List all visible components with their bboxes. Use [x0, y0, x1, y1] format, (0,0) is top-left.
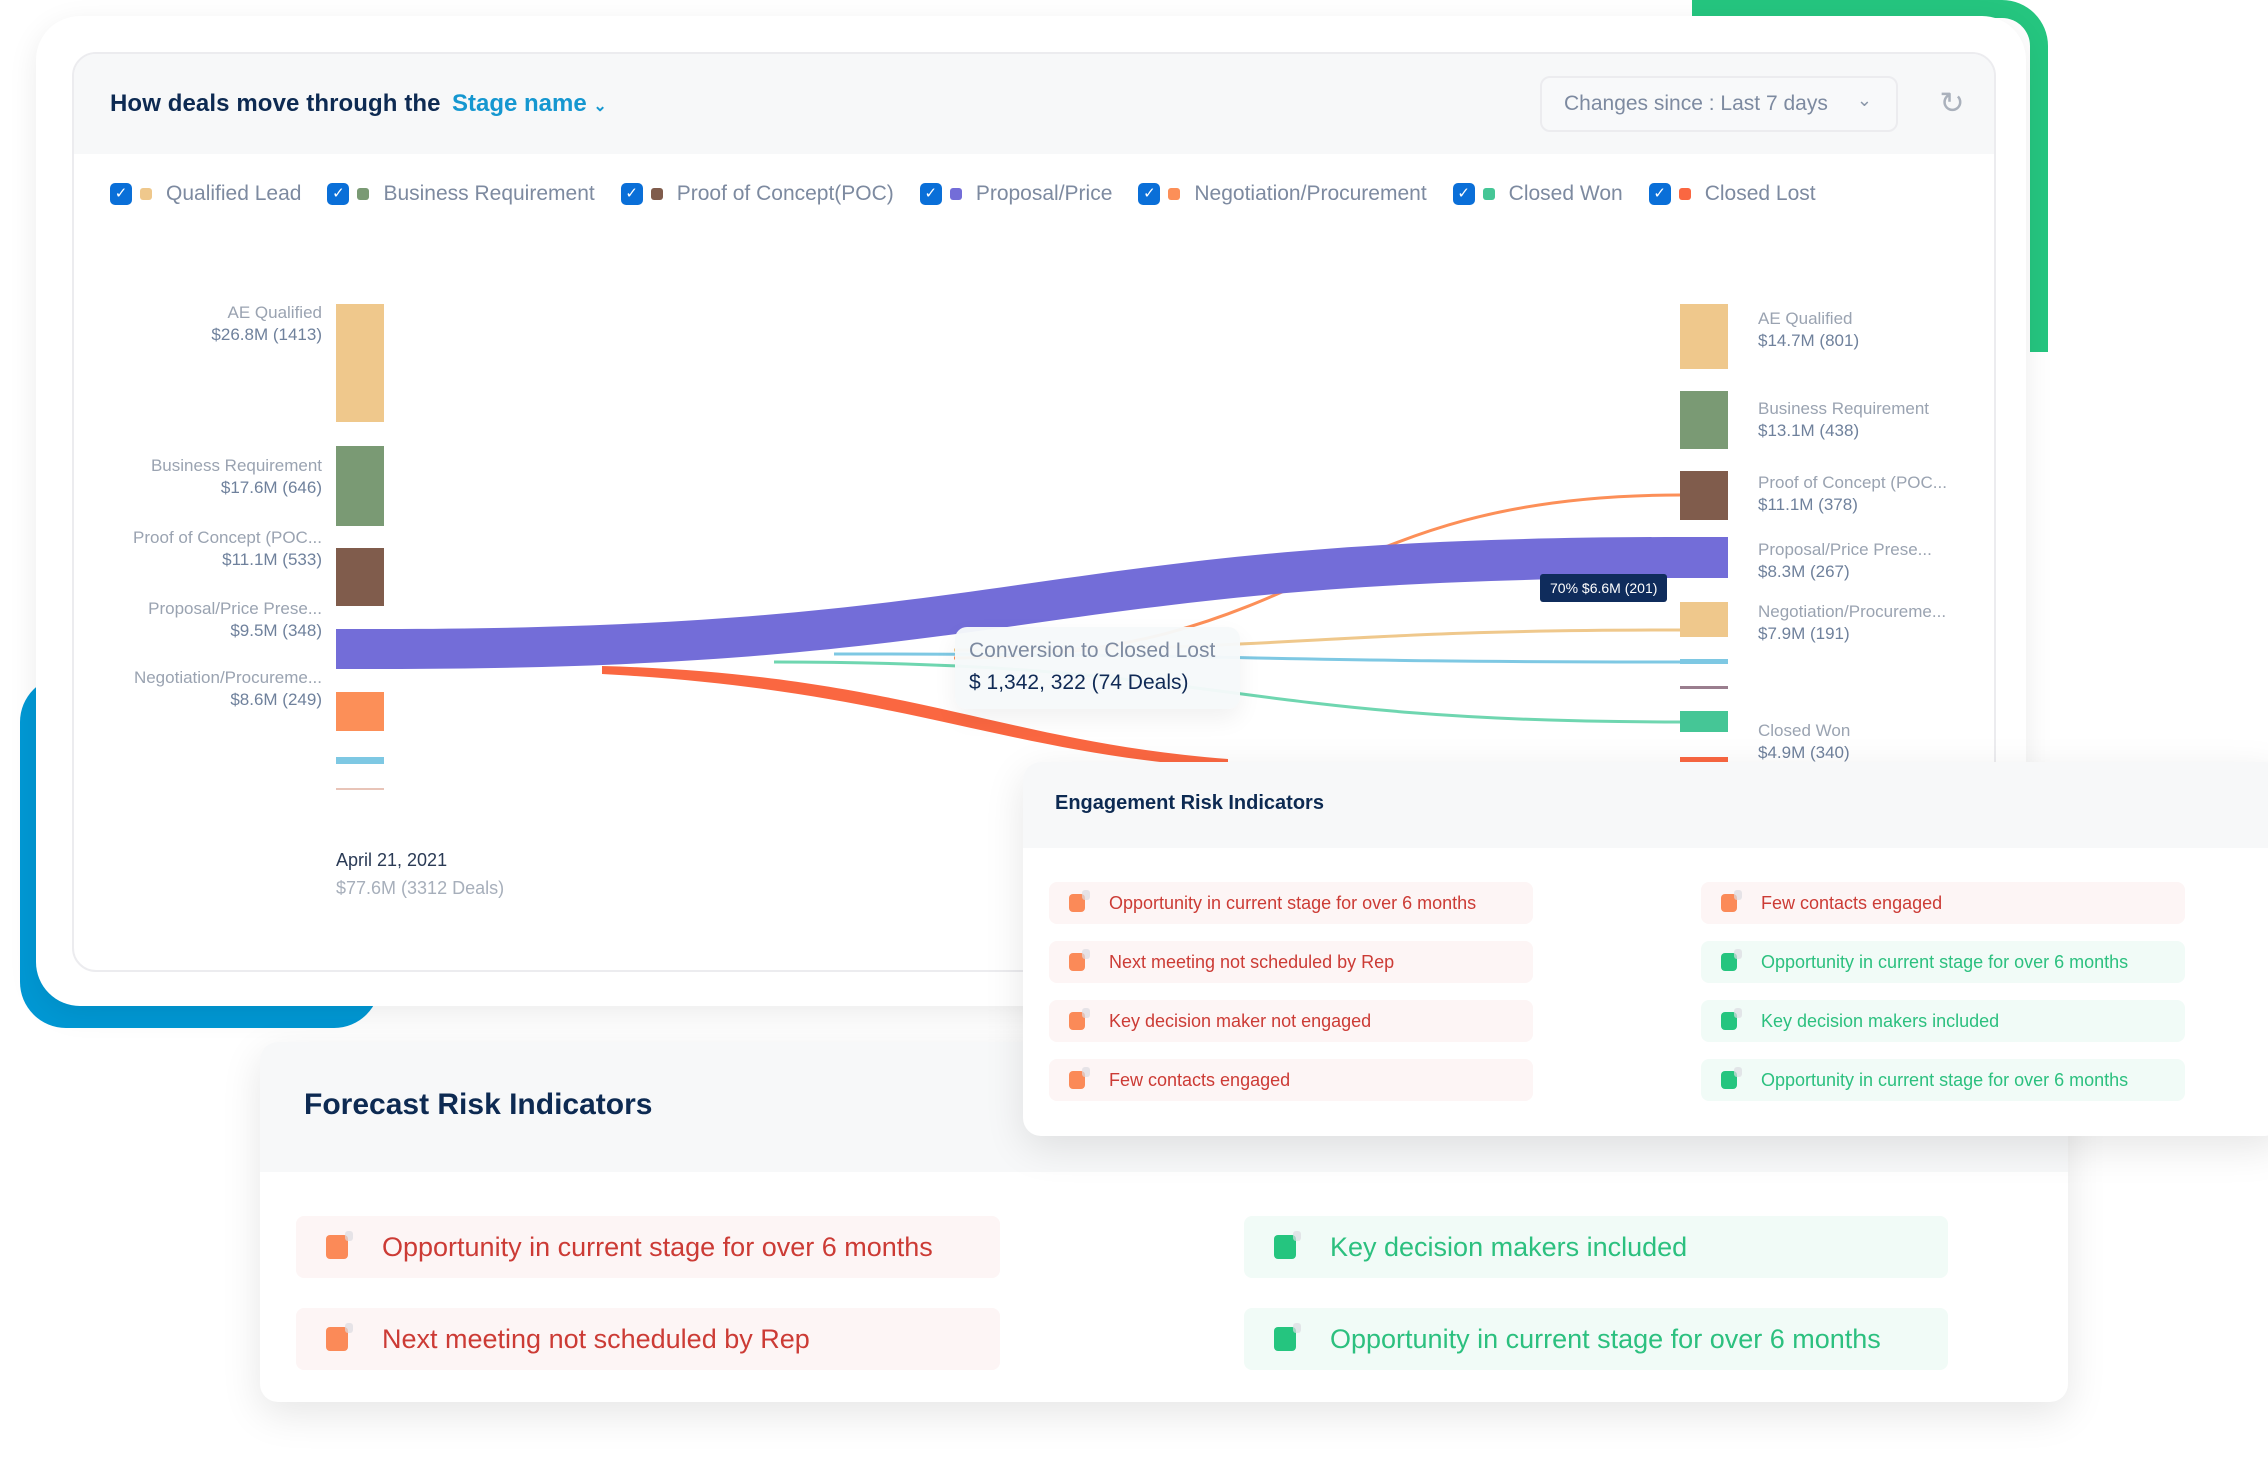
- risk-indicator: Opportunity in current stage for over 6 …: [296, 1216, 1000, 1278]
- left-node-bar[interactable]: [336, 692, 384, 731]
- flow-tooltip: 70% $6.6M (201): [1540, 574, 1668, 602]
- node-value: $13.1M (438): [1758, 421, 1860, 440]
- node-value: $9.5M (348): [230, 621, 322, 640]
- right-node-bar[interactable]: [1680, 602, 1728, 637]
- node-name: AE Qualified: [227, 303, 323, 322]
- left-node-label: AE Qualified $26.8M (1413): [211, 302, 322, 346]
- indicator-text: Opportunity in current stage for over 6 …: [1109, 892, 1477, 913]
- risk-indicator: Few contacts engaged: [1049, 1059, 1533, 1101]
- indicator-text: Opportunity in current stage for over 6 …: [1761, 951, 2129, 972]
- node-name: Proof of Concept (POC...: [133, 528, 322, 547]
- right-node-label: Negotiation/Procureme... $7.9M (191): [1758, 601, 1946, 645]
- risk-status-icon: [1069, 1067, 1090, 1089]
- right-node-label: AE Qualified $14.7M (801): [1758, 308, 1859, 352]
- positive-status-icon: [1721, 1008, 1742, 1030]
- node-value: $17.6M (646): [220, 478, 322, 497]
- node-value: $11.1M (533): [222, 550, 322, 569]
- node-name: Proposal/Price Prese...: [1758, 540, 1932, 559]
- left-node-bar[interactable]: [336, 629, 384, 669]
- indicator-text: Few contacts engaged: [1109, 1069, 1291, 1090]
- right-node-bar[interactable]: [1680, 659, 1728, 664]
- conversion-tooltip: Conversion to Closed Lost $ 1,342, 322 (…: [955, 627, 1240, 709]
- left-node-label: Proposal/Price Prese... $9.5M (348): [148, 598, 322, 642]
- start-date: April 21, 2021: [336, 850, 448, 870]
- risk-indicator: Few contacts engaged: [1701, 882, 2185, 924]
- positive-indicator: Key decision makers included: [1244, 1216, 1948, 1278]
- right-node-bar[interactable]: [1680, 537, 1728, 578]
- left-node-bar[interactable]: [336, 757, 384, 764]
- left-node-label: Proof of Concept (POC... $11.1M (533): [133, 527, 322, 571]
- indicator-text: Next meeting not scheduled by Rep: [1109, 951, 1395, 972]
- risk-indicator: Key decision maker not engaged: [1049, 1000, 1533, 1042]
- risk-status-icon: [1721, 890, 1742, 912]
- risk-status-icon: [326, 1231, 353, 1259]
- right-node-bar[interactable]: [1680, 304, 1728, 369]
- positive-indicator: Opportunity in current stage for over 6 …: [1701, 941, 2185, 983]
- right-node-bar[interactable]: [1680, 471, 1728, 520]
- left-node-bar[interactable]: [336, 446, 384, 526]
- conversion-tooltip-title: Conversion to Closed Lost: [969, 639, 1216, 662]
- node-value: $14.7M (801): [1758, 331, 1860, 350]
- positive-status-icon: [1721, 1067, 1742, 1089]
- node-name: Proof of Concept (POC...: [1758, 473, 1947, 492]
- positive-indicator: Key decision makers included: [1701, 1000, 2185, 1042]
- positive-status-icon: [1274, 1231, 1301, 1259]
- conversion-tooltip-value: $ 1,342, 322 (74 Deals): [969, 671, 1189, 694]
- forecast-title: Forecast Risk Indicators: [304, 1088, 653, 1121]
- left-node-bar[interactable]: [336, 548, 384, 606]
- node-name: Negotiation/Procureme...: [133, 668, 322, 687]
- left-node-bar[interactable]: [336, 304, 384, 422]
- right-node-bar[interactable]: [1680, 686, 1728, 689]
- right-node-label: Business Requirement $13.1M (438): [1758, 398, 1929, 442]
- right-node-label: Proof of Concept (POC... $11.1M (378): [1758, 472, 1947, 516]
- left-node-label: Business Requirement $17.6M (646): [151, 455, 322, 499]
- left-node-bar[interactable]: [336, 788, 384, 790]
- node-value: $11.1M (378): [1758, 495, 1858, 514]
- risk-status-icon: [1069, 1008, 1090, 1030]
- left-node-label: Negotiation/Procureme... $8.6M (249): [134, 667, 322, 711]
- indicator-text: Key decision makers included: [1761, 1010, 2000, 1031]
- node-value: $8.6M (249): [230, 690, 322, 709]
- risk-status-icon: [1069, 949, 1090, 971]
- engagement-title: Engagement Risk Indicators: [1055, 792, 1324, 814]
- risk-indicator: Opportunity in current stage for over 6 …: [1049, 882, 1533, 924]
- right-node-bar[interactable]: [1680, 391, 1728, 449]
- node-name: Closed Won: [1758, 721, 1851, 740]
- indicator-text: Few contacts engaged: [1761, 892, 1943, 913]
- indicator-text: Opportunity in current stage for over 6 …: [382, 1231, 933, 1262]
- node-value: $8.3M (267): [1758, 562, 1850, 581]
- start-total: $77.6M (3312 Deals): [336, 878, 505, 898]
- risk-indicator: Next meeting not scheduled by Rep: [1049, 941, 1533, 983]
- node-name: Proposal/Price Prese...: [148, 599, 322, 618]
- positive-status-icon: [1274, 1323, 1301, 1351]
- node-value: $7.9M (191): [1758, 624, 1850, 643]
- node-name: Business Requirement: [150, 456, 322, 475]
- positive-indicator: Opportunity in current stage for over 6 …: [1244, 1308, 1948, 1370]
- node-name: Business Requirement: [1758, 399, 1930, 418]
- right-node-bar[interactable]: [1680, 711, 1728, 732]
- right-node-label: Closed Won $4.9M (340): [1758, 720, 1850, 764]
- indicator-text: Next meeting not scheduled by Rep: [382, 1323, 810, 1354]
- indicator-text: Key decision makers included: [1330, 1231, 1688, 1262]
- indicator-text: Opportunity in current stage for over 6 …: [1330, 1323, 1881, 1354]
- indicator-text: Opportunity in current stage for over 6 …: [1761, 1069, 2129, 1090]
- risk-status-icon: [1069, 890, 1090, 912]
- node-value: $4.9M (340): [1758, 743, 1850, 762]
- positive-indicator: Opportunity in current stage for over 6 …: [1701, 1059, 2185, 1101]
- node-name: Negotiation/Procureme...: [1758, 602, 1947, 621]
- right-node-label: Proposal/Price Prese... $8.3M (267): [1758, 539, 1932, 583]
- risk-indicator: Next meeting not scheduled by Rep: [296, 1308, 1000, 1370]
- node-value: $26.8M (1413): [211, 325, 322, 344]
- positive-status-icon: [1721, 949, 1742, 971]
- engagement-risk-card: Engagement Risk Indicators Opportunity i…: [1023, 762, 2268, 1136]
- node-name: AE Qualified: [1758, 309, 1853, 328]
- indicator-text: Key decision maker not engaged: [1109, 1010, 1372, 1031]
- risk-status-icon: [326, 1323, 353, 1351]
